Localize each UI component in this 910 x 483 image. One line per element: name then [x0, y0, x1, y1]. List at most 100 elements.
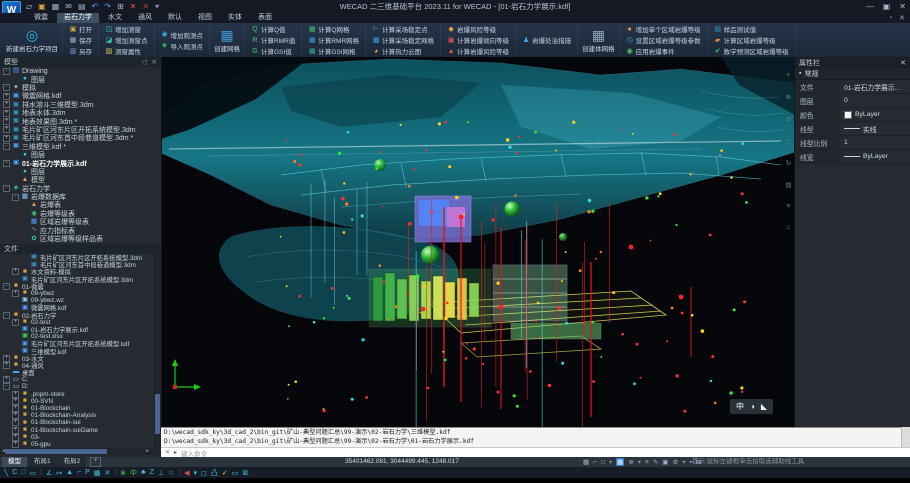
property-row[interactable]: 线型 实线: [795, 122, 910, 136]
viewport-3d-scene[interactable]: [161, 57, 795, 427]
ribbon-big-button[interactable]: ▦ 创建网格: [214, 28, 240, 53]
bt-rect-icon[interactable]: □: [21, 469, 25, 476]
tree-expander-icon[interactable]: +: [3, 118, 10, 125]
command-close-icon[interactable]: ✕: [165, 449, 170, 456]
sb-osnap-icon[interactable]: ⊕: [628, 458, 633, 466]
bt-angle-icon[interactable]: ∠: [46, 469, 52, 477]
ribbon-button[interactable]: ● 增加单个区域岩爆等级: [624, 24, 703, 34]
tree-expander-icon[interactable]: -: [3, 143, 10, 150]
panel-pin-icon[interactable]: ◻: [142, 58, 147, 66]
menu-tab[interactable]: 微震: [27, 13, 55, 23]
command-history-scrollbar[interactable]: [901, 427, 910, 447]
tree-item[interactable]: - ▣ 三维模型.kdf *: [1, 143, 153, 151]
sb-caret-icon[interactable]: ▾: [609, 458, 612, 466]
tree-expander-icon[interactable]: -: [3, 283, 10, 290]
ribbon-big-button[interactable]: ▦ 创建体网格: [582, 28, 615, 53]
sb-l-icon[interactable]: ⌐: [593, 459, 597, 466]
bt-x-icon[interactable]: ✕: [104, 469, 110, 477]
tree-item[interactable]: + ■ 03-水文: [1, 355, 153, 362]
ribbon-button[interactable]: ✔ 数学预测区域岩爆等级: [712, 46, 791, 56]
panel-close-icon[interactable]: ✕: [152, 58, 157, 66]
bt-xbox-icon[interactable]: ⊠: [242, 469, 248, 477]
tree-expander-icon[interactable]: +: [12, 268, 19, 275]
tree-expander-icon[interactable]: +: [3, 362, 10, 369]
ribbon-button[interactable]: ◕ 计算热力云图: [370, 46, 436, 56]
ribbon-button[interactable]: ▦ 计算RMR网格: [306, 35, 361, 45]
save-icon[interactable]: ▦: [52, 3, 60, 11]
sb-box-icon[interactable]: □: [601, 459, 605, 466]
vc-half-icon[interactable]: ◑: [750, 402, 755, 411]
tree-item[interactable]: ▣ 毛片矿区河东首中段巷道模型.3dm: [1, 261, 153, 268]
print-icon[interactable]: ▤: [78, 3, 86, 11]
tree-item[interactable]: + ▭ C:: [1, 376, 153, 383]
tree-expander-icon[interactable]: +: [12, 412, 19, 419]
new-file-icon[interactable]: ▱: [26, 3, 32, 11]
sb-pencil-icon[interactable]: ✎: [653, 458, 658, 466]
file-tree-vertical-scrollbar[interactable]: [154, 254, 161, 448]
mail-icon[interactable]: ✉: [65, 3, 72, 11]
ribbon-button[interactable]: ◉ 应用岩爆事件: [624, 46, 703, 56]
tree-item[interactable]: ▦ 区域岩爆等级表: [1, 218, 153, 226]
nav-extents-icon[interactable]: ◻: [786, 137, 791, 145]
ribbon-button[interactable]: ▰ 计算区域岩爆等级: [712, 35, 791, 45]
tree-item[interactable]: ▣ 02-test.xlsx: [1, 333, 153, 340]
ribbon-button[interactable]: ◉ 增加观测点: [159, 30, 206, 40]
tree-item[interactable]: + ■ 02-test: [1, 319, 153, 326]
caret-down-icon[interactable]: ▾: [155, 3, 159, 11]
redo-icon[interactable]: ↷: [104, 3, 111, 11]
tree-item[interactable]: + ▣ 毛片矿区河东片区开拓系统模型.3dm: [1, 126, 153, 134]
tree-item[interactable]: + ■ 01-Blockchain-suiGame: [1, 427, 153, 434]
ribbon-button[interactable]: ▣ 打开: [67, 24, 94, 34]
property-row[interactable]: 图层 0: [795, 94, 910, 108]
ribbon-button[interactable]: Q 计算Q值: [249, 24, 297, 34]
tree-expander-icon[interactable]: +: [3, 135, 10, 142]
bt-move-icon[interactable]: ↦: [56, 469, 62, 477]
tree-item[interactable]: + ▣ 地表水体.3dm: [1, 109, 153, 117]
ribbon-big-button[interactable]: ◎ 新建岩石力学项目: [6, 28, 58, 53]
tree-expander-icon[interactable]: +: [3, 101, 10, 108]
minimize-icon[interactable]: —: [866, 2, 874, 11]
tree-horizontal-scrollbar[interactable]: ◂ ▸: [0, 448, 161, 455]
close-icon[interactable]: ✕: [899, 2, 906, 11]
bt-star-icon[interactable]: ☆: [168, 469, 174, 477]
menu-tab[interactable]: 岩石力学: [57, 13, 99, 23]
tree-item[interactable]: ▣ 01-岩石力学展示.kdf: [1, 326, 153, 333]
tree-expander-icon[interactable]: -: [3, 68, 10, 75]
tree-item[interactable]: ▬ 桌面: [1, 369, 153, 376]
tree-item[interactable]: ▣ 毛片矿区河东片区开拓系统模型.3dm: [1, 276, 153, 283]
bt-sep-icon[interactable]: |: [114, 469, 116, 476]
nav-zoom-out-icon[interactable]: ⊖: [786, 115, 791, 123]
property-row[interactable]: 线型比例 1: [795, 136, 910, 150]
tree-expander-icon[interactable]: +: [12, 319, 19, 326]
tree-item[interactable]: ▲ 岩爆表: [1, 201, 153, 209]
nav-orbit-icon[interactable]: ↻: [786, 159, 791, 167]
tree-expander-icon[interactable]: +: [12, 427, 19, 434]
add-layout-button[interactable]: +: [90, 457, 101, 467]
new-window-icon[interactable]: ⊞: [117, 3, 124, 11]
layout-tab[interactable]: 布局2: [58, 457, 87, 467]
tree-item[interactable]: - ▣ 01-岩石力学展示.kdf: [1, 159, 153, 167]
tree-item[interactable]: ✿ 区域岩爆等级样品表: [1, 235, 153, 243]
tree-item[interactable]: ∿ 应力指标表: [1, 226, 153, 234]
menu-tab[interactable]: 视图: [191, 13, 219, 23]
tree-item[interactable]: + ■ 00-SVN: [1, 398, 153, 405]
tree-item[interactable]: - ▤ Drawing: [1, 67, 153, 75]
tree-item[interactable]: ▣ 微震网格.kdf: [1, 304, 153, 311]
doc-restore-icon[interactable]: ▫: [890, 14, 892, 22]
ribbon-button[interactable]: ◷ 设置区域岩爆等级参数: [624, 35, 703, 45]
ribbon-button[interactable]: ▦ 计算GSI网格: [306, 46, 361, 56]
ribbon-button[interactable]: ▲ 计算岩爆风险等级: [445, 46, 511, 56]
bt-sep-icon[interactable]: |: [40, 469, 42, 476]
bt-grid-icon[interactable]: ▦: [94, 469, 101, 477]
menu-tab[interactable]: 通风: [131, 13, 159, 23]
tree-item[interactable]: - ✦ 模拟: [1, 84, 153, 92]
close-all-icon[interactable]: ✕: [142, 3, 149, 11]
bt-pline-icon[interactable]: ▭: [30, 469, 37, 477]
ribbon-button[interactable]: R 计算RMR值: [249, 35, 297, 45]
bt-target-icon[interactable]: ⊗: [120, 469, 126, 477]
tree-item[interactable]: + ■ .pnpm-store: [1, 391, 153, 398]
tree-item[interactable]: ● 图层: [1, 75, 153, 83]
ribbon-button[interactable]: ⊢ 计算采场稳定点: [370, 24, 436, 34]
tree-expander-icon[interactable]: +: [12, 391, 19, 398]
tree-expander-icon[interactable]: -: [3, 160, 10, 167]
